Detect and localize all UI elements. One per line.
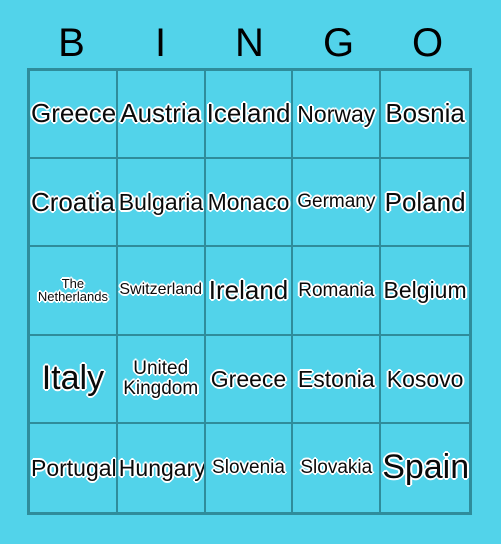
bingo-card: B I N G O Greece Austria Iceland Norway Bosn… — [0, 0, 501, 544]
bingo-cell-label: Belgium — [383, 277, 467, 304]
bingo-cell-label: Portugal — [31, 454, 117, 481]
bingo-cell-label: Estonia — [297, 365, 375, 392]
bingo-cell[interactable]: Kosovo — [381, 336, 469, 424]
bingo-cell[interactable]: Germany — [293, 159, 382, 248]
bingo-cell[interactable]: Switzerland — [117, 247, 206, 336]
bingo-cell-label: Bosnia — [385, 98, 465, 129]
bingo-cell-label: Slovenia — [212, 456, 285, 478]
bingo-cell[interactable]: Ireland — [205, 247, 294, 336]
bingo-cell-label: Norway — [297, 101, 376, 128]
bingo-cell[interactable]: United Kingdom — [117, 335, 206, 424]
bingo-cell[interactable]: Italy — [30, 335, 118, 424]
bingo-cell[interactable]: Monaco — [205, 159, 294, 248]
bingo-cell-label: Italy — [41, 358, 105, 397]
bingo-cell-label: Croatia — [31, 186, 115, 217]
bingo-cell-label: Bulgaria — [118, 189, 204, 216]
header-letter-b: B — [58, 21, 85, 65]
bingo-cell[interactable]: Croatia — [30, 159, 118, 248]
bingo-cell-label: Romania — [298, 279, 375, 301]
bingo-cell-label: Iceland — [206, 98, 291, 129]
bingo-cell-label: Poland — [384, 186, 466, 217]
bingo-cell-label: Monaco — [207, 189, 290, 216]
bingo-cell[interactable]: Iceland — [205, 71, 294, 160]
bingo-cell[interactable]: Austria — [117, 71, 206, 160]
bingo-cell-label: Spain — [382, 448, 469, 487]
bingo-cell-label: Hungary — [118, 454, 206, 481]
header-letter-i: I — [154, 21, 167, 65]
header-letter-g: G — [322, 21, 355, 65]
bingo-cell[interactable]: Romania — [293, 247, 382, 336]
bingo-header: B I N G O — [27, 18, 472, 68]
bingo-cell-label: Kosovo — [386, 365, 464, 392]
bingo-cell[interactable]: Hungary — [118, 423, 206, 512]
header-letter-n: N — [235, 21, 264, 65]
bingo-cell[interactable]: Slovenia — [206, 423, 294, 512]
bingo-cell-label: Greece — [210, 365, 287, 392]
bingo-cell-label: Austria — [120, 98, 202, 129]
bingo-cell-label: The Netherlands — [37, 275, 108, 305]
bingo-cell[interactable]: Norway — [293, 71, 382, 160]
bingo-cell[interactable]: Greece — [205, 335, 294, 424]
bingo-cell-label: Slovakia — [300, 456, 373, 478]
header-letter-o: O — [411, 21, 444, 65]
bingo-cell[interactable]: Bulgaria — [117, 159, 206, 248]
bingo-cell[interactable]: Greece — [30, 71, 118, 160]
bingo-cell-label: Ireland — [208, 274, 289, 305]
bingo-cell-label: Switzerland — [119, 281, 203, 299]
bingo-cell-label: United Kingdom — [123, 357, 199, 399]
bingo-cell[interactable]: The Netherlands — [30, 247, 118, 336]
bingo-cell[interactable]: Portugal — [30, 423, 118, 512]
bingo-cell[interactable]: Estonia — [293, 335, 382, 424]
bingo-cell[interactable]: Belgium — [381, 247, 469, 336]
bingo-cell[interactable]: Slovakia — [293, 423, 382, 512]
bingo-grid: Greece Austria Iceland Norway Bosnia Croatia B… — [27, 68, 472, 515]
bingo-cell-label: Germany — [297, 191, 376, 213]
bingo-cell-label: Greece — [31, 98, 117, 129]
bingo-cell[interactable]: Poland — [381, 159, 469, 248]
bingo-cell[interactable]: Spain — [381, 424, 469, 512]
bingo-cell[interactable]: Bosnia — [381, 71, 469, 160]
